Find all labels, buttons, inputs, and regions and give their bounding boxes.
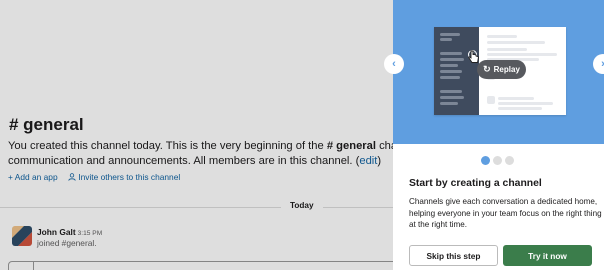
slide-dot-1[interactable] — [481, 156, 490, 165]
panel-title: Start by creating a channel — [409, 178, 542, 189]
chevron-left-icon: ‹ — [392, 58, 396, 70]
mockup-sidebar: + — [434, 27, 479, 115]
slide-dot-3[interactable] — [505, 156, 514, 165]
replay-label: Replay — [493, 65, 520, 74]
onboarding-panel: + ↻ Replay ‹ › Start by creati — [384, 0, 604, 270]
replay-button[interactable]: ↻ Replay — [477, 60, 526, 79]
slide-dot-2[interactable] — [493, 156, 502, 165]
skip-step-button[interactable]: Skip this step — [409, 245, 498, 266]
onboarding-illustration: + ↻ Replay — [393, 0, 604, 144]
replay-icon: ↻ — [483, 64, 491, 74]
previous-slide-button[interactable]: ‹ — [384, 54, 404, 74]
slide-indicator — [481, 156, 514, 165]
try-it-now-button[interactable]: Try it now — [503, 245, 592, 266]
panel-body: Channels give each conversation a dedica… — [409, 197, 602, 229]
hand-cursor-icon — [468, 50, 480, 63]
